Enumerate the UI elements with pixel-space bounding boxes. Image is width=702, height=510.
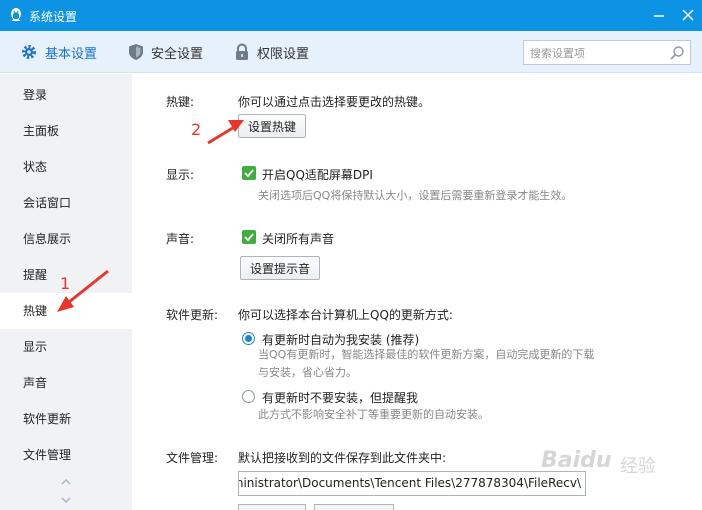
- minimize-button[interactable]: [650, 6, 668, 24]
- sidebar-item-main-panel[interactable]: 主面板: [0, 113, 132, 149]
- window-title: 系统设置: [29, 10, 78, 24]
- browse-folder-button[interactable]: [238, 504, 306, 510]
- update-description: 你可以选择本台计算机上QQ的更新方式:: [238, 308, 453, 322]
- tab-permission-settings[interactable]: 权限设置: [234, 31, 309, 73]
- sound-label: 声音:: [166, 232, 195, 246]
- search-icon[interactable]: [669, 45, 685, 61]
- sidebar-item-info-display[interactable]: 信息展示: [0, 221, 132, 257]
- scroll-indicator-icon[interactable]: [59, 478, 73, 504]
- hotkey-label: 热键:: [166, 95, 195, 109]
- notify-only-radio[interactable]: [242, 390, 255, 403]
- annotation-number-2: 2: [191, 120, 202, 139]
- open-folder-button[interactable]: [314, 504, 394, 510]
- notify-only-label[interactable]: 有更新时不要安装，但提醒我: [262, 389, 418, 406]
- settings-content: 热键: 你可以通过点击选择要更改的热键。 设置热键 显示: 开启QQ适配屏幕DP…: [132, 74, 702, 510]
- sidebar-item-login[interactable]: 登录: [0, 77, 132, 113]
- auto-install-radio[interactable]: [242, 332, 255, 345]
- sidebar-item-sound[interactable]: 声音: [0, 365, 132, 401]
- settings-nav: 基本设置 安全设置 权限设置: [0, 31, 702, 73]
- display-label: 显示:: [166, 168, 195, 182]
- sidebar-item-file-management[interactable]: 文件管理: [0, 437, 132, 473]
- close-button[interactable]: [679, 6, 697, 24]
- sidebar-item-hotkey[interactable]: 热键: [0, 293, 132, 329]
- receive-folder-path: dministrator\Documents\Tencent Files\277…: [238, 476, 581, 490]
- set-notification-sound-button[interactable]: 设置提示音: [240, 256, 320, 280]
- dpi-checkbox-label[interactable]: 开启QQ适配屏幕DPI: [262, 166, 373, 183]
- tab-label: 权限设置: [257, 46, 310, 62]
- checkmark-icon: [244, 169, 254, 178]
- sidebar-item-software-update[interactable]: 软件更新: [0, 401, 132, 437]
- tab-label: 基本设置: [45, 46, 98, 62]
- mute-all-label[interactable]: 关闭所有声音: [262, 230, 334, 247]
- lock-icon: [236, 43, 248, 60]
- baidu-watermark: Baidu: [541, 448, 612, 473]
- checkmark-icon: [244, 233, 254, 242]
- search-box[interactable]: [523, 40, 691, 65]
- shield-icon: [129, 44, 143, 60]
- baidu-watermark-cn: 经验: [620, 456, 656, 477]
- auto-install-hint-line1: 当QQ有更新时，智能选择最佳的软件更新方案，自动完成更新的下载: [258, 348, 595, 361]
- search-input[interactable]: [530, 44, 665, 62]
- file-management-description: 默认把接收到的文件保存到此文件夹中:: [238, 451, 447, 465]
- title-bar: 系统设置: [0, 0, 702, 31]
- auto-install-hint-line2: 与安装，省心省力。: [258, 366, 357, 379]
- dpi-checkbox[interactable]: [242, 166, 256, 180]
- update-label: 软件更新:: [166, 308, 219, 322]
- notify-only-hint: 此方式不影响安全补丁等重要更新的自动安装。: [258, 408, 489, 421]
- sidebar-item-display[interactable]: 显示: [0, 329, 132, 365]
- tab-basic-settings[interactable]: 基本设置: [20, 31, 97, 73]
- sidebar-item-status[interactable]: 状态: [0, 149, 132, 185]
- sidebar-item-chat-window[interactable]: 会话窗口: [0, 185, 132, 221]
- file-management-label: 文件管理:: [166, 451, 219, 465]
- tab-security-settings[interactable]: 安全设置: [128, 31, 203, 73]
- gear-icon: [22, 45, 36, 59]
- receive-folder-path-field[interactable]: dministrator\Documents\Tencent Files\277…: [238, 471, 586, 496]
- hotkey-description: 你可以通过点击选择要更改的热键。: [238, 95, 431, 109]
- set-hotkey-button[interactable]: 设置热键: [238, 114, 306, 138]
- mute-all-checkbox[interactable]: [242, 230, 256, 244]
- annotation-number-1: 1: [60, 274, 71, 293]
- dpi-hint: 关闭选项后QQ将保持默认大小，设置后需要重新登录才能生效。: [258, 189, 573, 202]
- tab-label: 安全设置: [151, 46, 204, 62]
- qq-penguin-icon: [11, 8, 21, 21]
